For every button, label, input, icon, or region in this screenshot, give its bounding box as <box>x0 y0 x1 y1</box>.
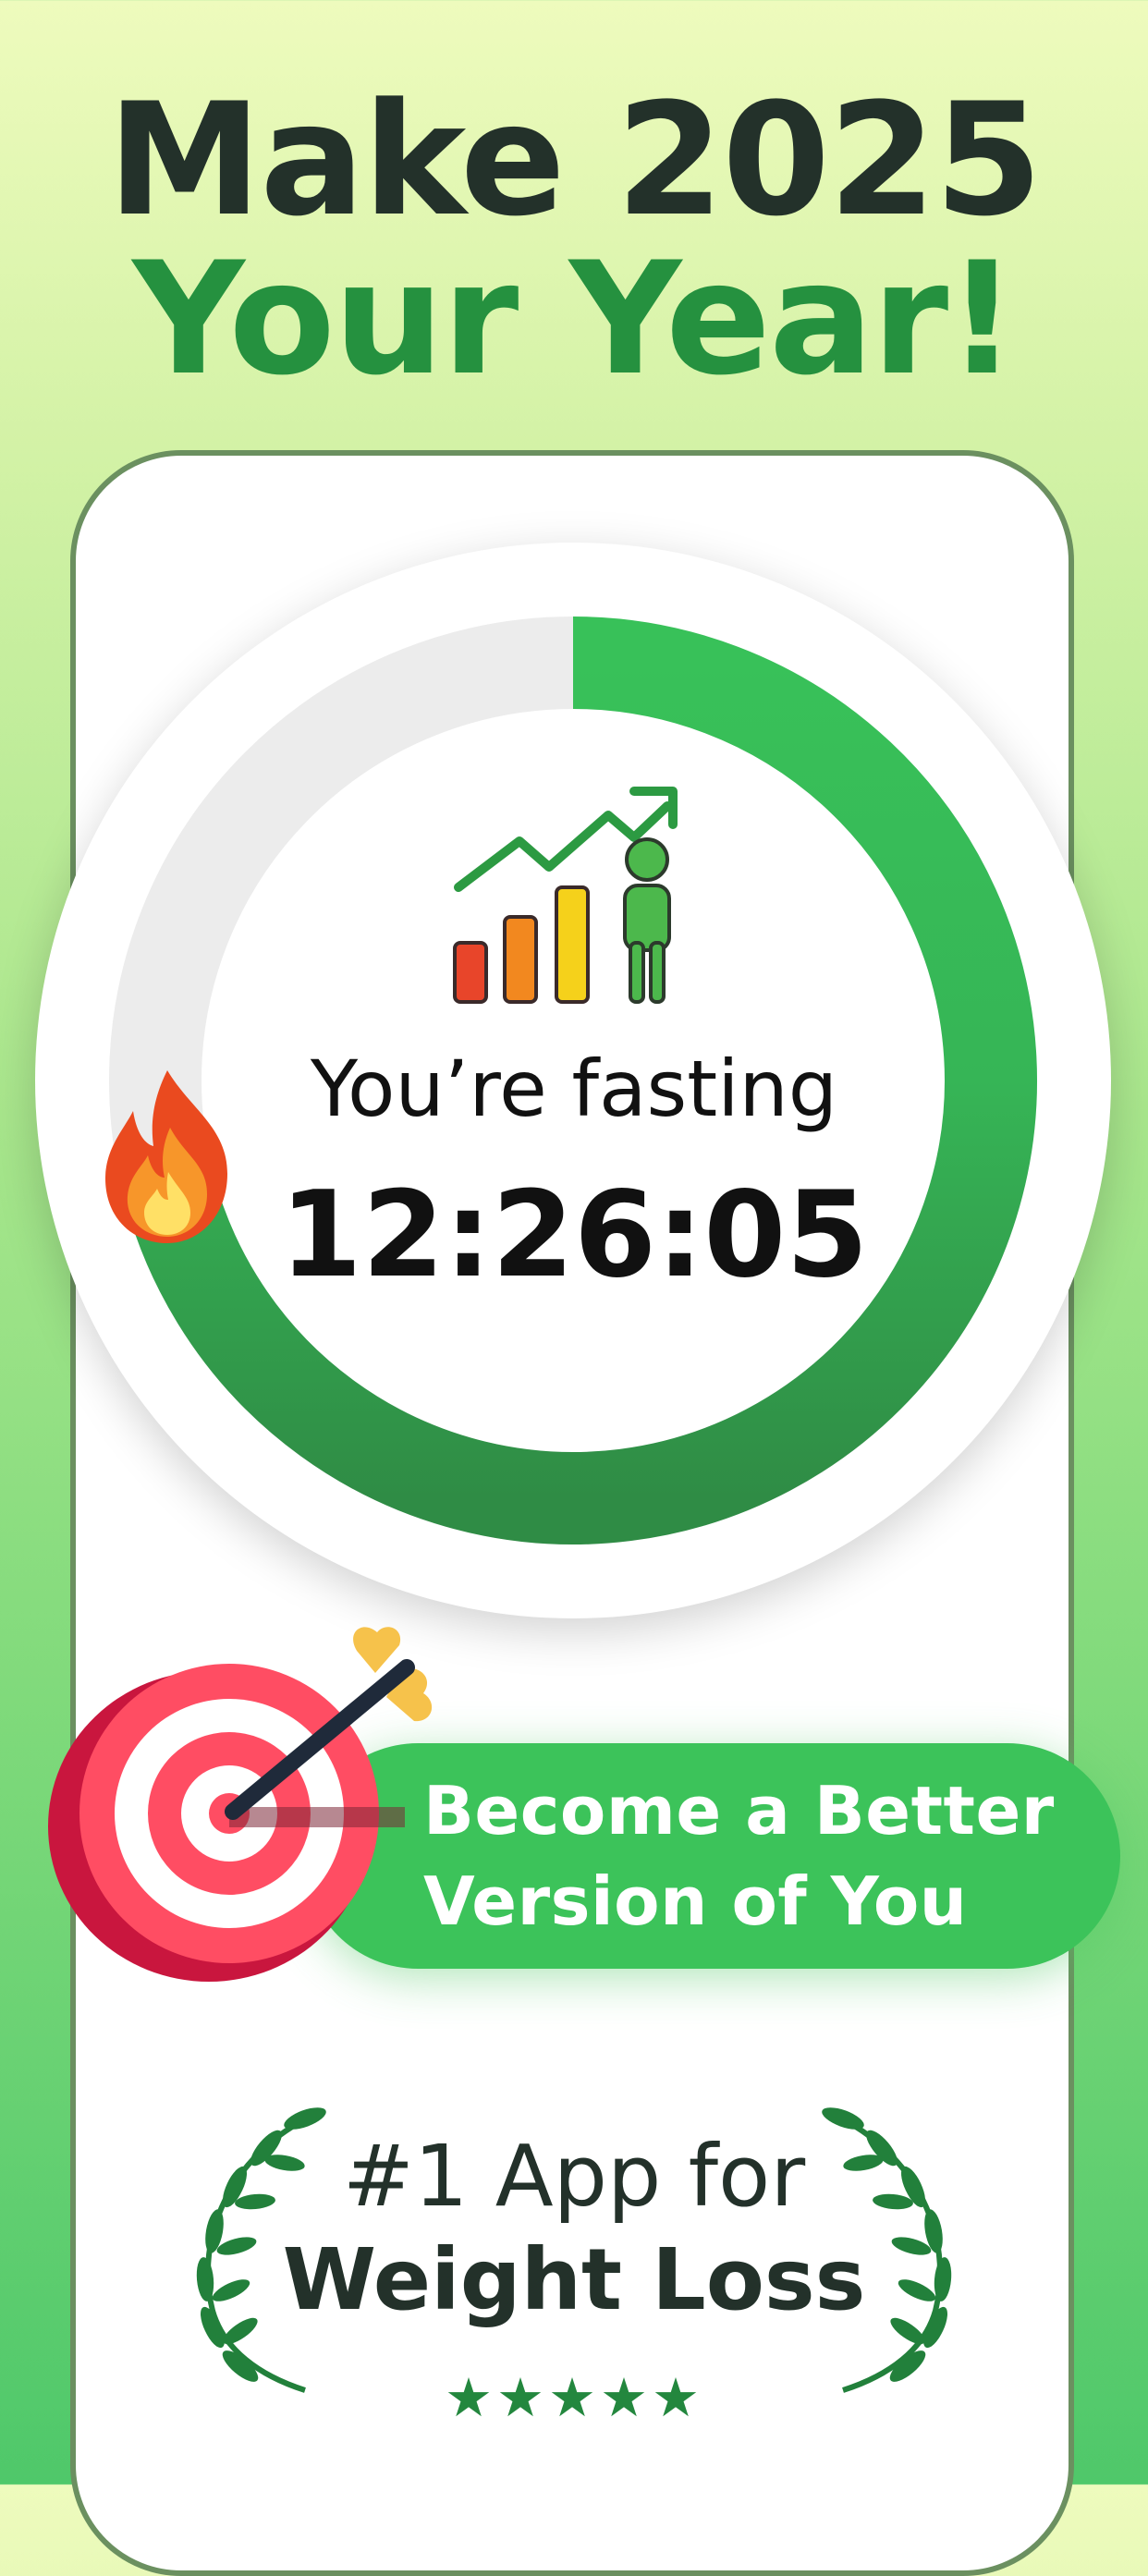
headline-line-1: Make 2025 <box>107 69 1043 250</box>
growth-chart-icon <box>453 787 678 1004</box>
feature-pill-text: Become a Better Version of You <box>423 1765 1107 1947</box>
feature-pill-line-2: Version of You <box>423 1862 968 1940</box>
target-arrow-icon <box>48 1627 433 1982</box>
award-line-1: #1 App for <box>342 2127 806 2226</box>
award-line-2: Weight Loss <box>282 2230 866 2329</box>
fasting-status-text: You’re fasting <box>310 1044 838 1134</box>
headline-line-2: Your Year! <box>132 228 1018 409</box>
feature-pill-line-1: Become a Better <box>423 1772 1055 1850</box>
rating-stars: ★★★★★ <box>445 2366 703 2429</box>
fasting-timer: 12:26:05 <box>279 1166 869 1304</box>
